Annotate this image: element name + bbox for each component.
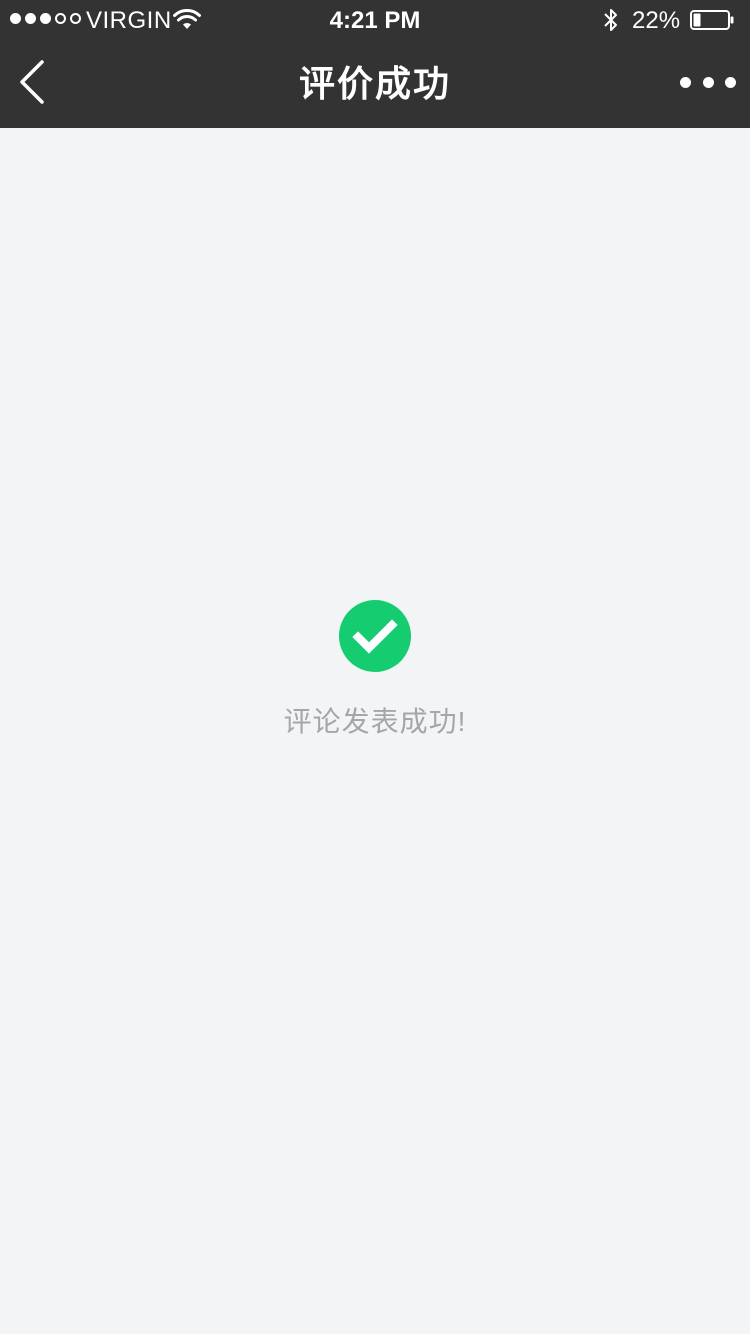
battery-icon [690,10,734,30]
battery-percent: 22% [632,7,681,34]
navigation-bar: 评价成功 [0,40,750,128]
success-message: 评论发表成功! [283,706,467,737]
top-bar: VIRGIN 4:21 PM 22% 评价成功 [0,0,750,128]
more-dot [702,76,714,88]
page-title: 评价成功 [298,63,451,104]
more-dot [725,76,736,88]
more-dot [680,76,691,88]
main-content: 评论发表成功! [0,128,750,1334]
status-bar: VIRGIN 4:21 PM 22% [0,0,750,40]
bluetooth-icon [604,9,617,31]
more-options-icon[interactable] [680,68,736,96]
success-check-icon [339,600,411,672]
